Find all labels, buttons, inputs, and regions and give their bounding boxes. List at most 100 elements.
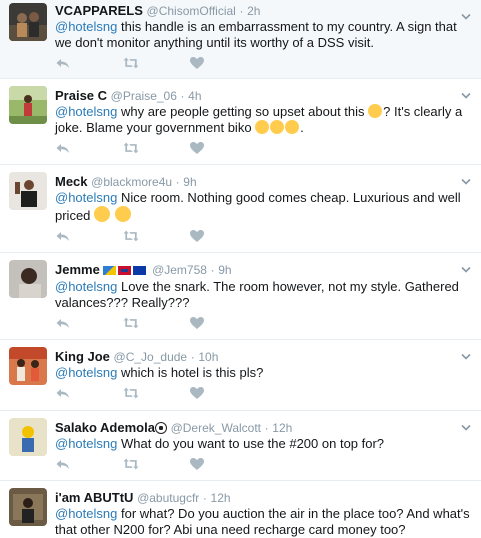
avatar[interactable] — [9, 418, 47, 456]
tweet-text: @hotelsng why are people getting so upse… — [55, 104, 471, 136]
tweet-text: @hotelsng this handle is an embarrassmen… — [55, 19, 471, 51]
tweet-text: @hotelsng Love the snark. The room howev… — [55, 279, 471, 311]
meta-separator: · — [210, 263, 215, 277]
tweet-text: @hotelsng which is hotel is this pls? — [55, 365, 471, 381]
meta-separator: · — [175, 175, 180, 189]
meta-separator: · — [202, 491, 207, 505]
retweet-icon[interactable] — [123, 456, 139, 472]
tweet-item[interactable]: i'am ABUTtU @abutugcfr · 12h @hotelsng f… — [0, 481, 481, 537]
display-name[interactable]: Salako Ademola — [55, 420, 155, 435]
timestamp[interactable]: 4h — [188, 89, 201, 103]
mention-link[interactable]: @hotelsng — [55, 365, 117, 380]
tweet-feed: VCAPPARELS @ChisomOfficial · 2h @hotelsn… — [0, 0, 481, 537]
timestamp[interactable]: 2h — [247, 4, 260, 18]
reply-icon[interactable] — [55, 228, 71, 244]
reply-icon[interactable] — [55, 456, 71, 472]
reply-icon[interactable] — [55, 55, 71, 71]
soccer-ball-icon — [154, 422, 167, 434]
mention-link[interactable]: @hotelsng — [55, 279, 117, 294]
display-name[interactable]: King Joe — [55, 349, 110, 364]
heart-icon[interactable] — [189, 315, 205, 331]
user-handle[interactable]: @Jem758 — [152, 263, 207, 277]
mention-link[interactable]: @hotelsng — [55, 104, 117, 119]
timestamp[interactable]: 12h — [211, 491, 231, 505]
laughing-emoji-icon — [368, 104, 383, 118]
timestamp[interactable]: 9h — [218, 263, 231, 277]
meta-separator: · — [264, 421, 269, 435]
tweet-header: Salako Ademola @Derek_Walcott · 12h — [55, 417, 471, 436]
mention-link[interactable]: @hotelsng — [55, 506, 117, 521]
tweet-item[interactable]: Praise C @Praise_06 · 4h @hotelsng why a… — [0, 79, 481, 165]
sunglasses-emoji-icon — [94, 206, 111, 222]
user-handle[interactable]: @Derek_Walcott — [171, 421, 261, 435]
avatar[interactable] — [9, 488, 47, 526]
tweet-body-part-3: . — [300, 120, 304, 135]
retweet-icon[interactable] — [123, 228, 139, 244]
tweet-body: which is hotel is this pls? — [117, 365, 264, 380]
heart-icon[interactable] — [189, 140, 205, 156]
laughing-emoji-icon — [255, 120, 270, 134]
tweet-body-part-1: why are people getting so upset about th… — [117, 104, 369, 119]
tweet-item[interactable]: Meck @blackmore4u · 9h @hotelsng Nice ro… — [0, 165, 481, 253]
display-name[interactable]: Praise C — [55, 88, 107, 103]
user-handle[interactable]: @Praise_06 — [111, 89, 177, 103]
mention-link[interactable]: @hotelsng — [55, 436, 117, 451]
tweet-header: King Joe @C_Jo_dude · 10h — [55, 346, 471, 365]
mention-link[interactable]: @hotelsng — [55, 190, 117, 205]
chevron-down-icon[interactable] — [461, 87, 471, 95]
user-handle[interactable]: @blackmore4u — [91, 175, 172, 189]
chevron-down-icon[interactable] — [461, 348, 471, 356]
flag-emojis — [103, 263, 148, 279]
heart-icon[interactable] — [189, 385, 205, 401]
heart-icon[interactable] — [189, 55, 205, 71]
tweet-item[interactable]: Jemme @Jem758 · 9h @hotelsng Love the sn… — [0, 253, 481, 340]
chevron-down-icon[interactable] — [461, 419, 471, 427]
display-name[interactable]: VCAPPARELS — [55, 3, 143, 18]
tweet-item[interactable]: VCAPPARELS @ChisomOfficial · 2h @hotelsn… — [0, 0, 481, 79]
timestamp[interactable]: 12h — [272, 421, 292, 435]
chevron-down-icon[interactable] — [461, 173, 471, 181]
display-name[interactable]: Jemme — [55, 262, 100, 277]
meta-separator: · — [239, 4, 244, 18]
reply-icon[interactable] — [55, 140, 71, 156]
chevron-down-icon[interactable] — [461, 8, 471, 16]
retweet-icon[interactable] — [123, 385, 139, 401]
laughing-emoji-icon — [270, 120, 285, 134]
user-handle[interactable]: @C_Jo_dude — [114, 350, 188, 364]
timestamp[interactable]: 10h — [198, 350, 218, 364]
avatar[interactable] — [9, 86, 47, 124]
retweet-icon[interactable] — [123, 315, 139, 331]
tweet-text: @hotelsng Nice room. Nothing good comes … — [55, 190, 471, 224]
avatar[interactable] — [9, 347, 47, 385]
eu-flag-icon — [133, 266, 147, 275]
tweet-item[interactable]: King Joe @C_Jo_dude · 10h @hotelsng whic… — [0, 340, 481, 411]
user-handle[interactable]: @abutugcfr — [137, 491, 199, 505]
retweet-icon[interactable] — [123, 55, 139, 71]
reply-icon[interactable] — [55, 385, 71, 401]
tweet-header: Meck @blackmore4u · 9h — [55, 171, 471, 190]
tweet-body: for what? Do you auction the air in the … — [55, 506, 470, 537]
display-name[interactable]: Meck — [55, 174, 88, 189]
meta-separator: · — [180, 89, 185, 103]
heart-icon[interactable] — [189, 456, 205, 472]
tweet-actions — [55, 224, 471, 248]
heart-icon[interactable] — [189, 228, 205, 244]
user-handle[interactable]: @ChisomOfficial — [147, 4, 236, 18]
meta-separator: · — [190, 350, 195, 364]
avatar[interactable] — [9, 260, 47, 298]
tweet-text: @hotelsng for what? Do you auction the a… — [55, 506, 471, 538]
retweet-icon[interactable] — [123, 140, 139, 156]
tweet-actions — [55, 51, 471, 75]
timestamp[interactable]: 9h — [183, 175, 196, 189]
flag-icon — [103, 266, 117, 275]
avatar[interactable] — [9, 3, 47, 41]
tweet-header: Praise C @Praise_06 · 4h — [55, 85, 471, 104]
tweet-header: Jemme @Jem758 · 9h — [55, 259, 471, 279]
tweet-item[interactable]: Salako Ademola @Derek_Walcott · 12h @hot… — [0, 411, 481, 481]
display-name[interactable]: i'am ABUTtU — [55, 490, 133, 505]
avatar[interactable] — [9, 172, 47, 210]
mention-link[interactable]: @hotelsng — [55, 19, 117, 34]
reply-icon[interactable] — [55, 315, 71, 331]
sunglasses-emoji-icon — [114, 206, 131, 222]
chevron-down-icon[interactable] — [461, 261, 471, 269]
